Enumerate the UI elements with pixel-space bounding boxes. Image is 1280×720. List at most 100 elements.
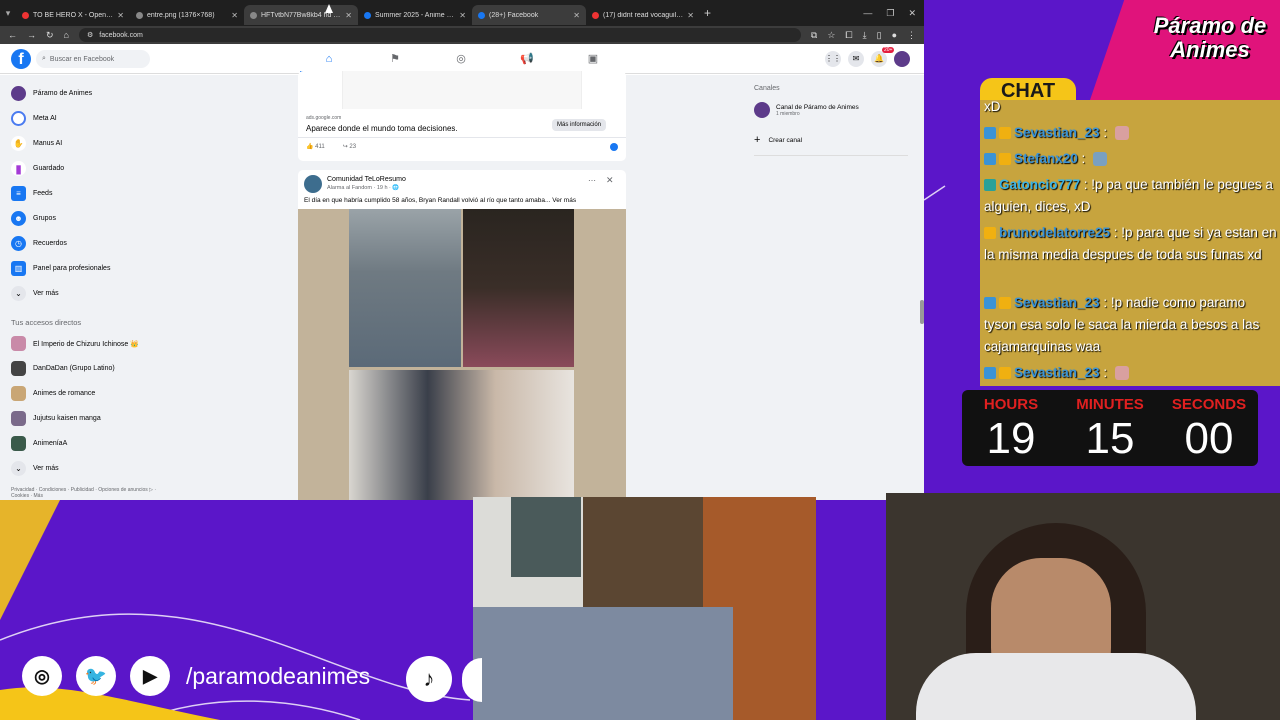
post-author[interactable]: Comunidad TeLoResumo: [327, 176, 406, 183]
sidebar-item-memories[interactable]: ◷ Recuerdos: [11, 236, 67, 251]
pages-nav-icon[interactable]: ⚑: [386, 50, 404, 68]
close-window-icon[interactable]: ✕: [908, 8, 916, 19]
sidebar-item-dashboard[interactable]: ▥ Panel para profesionales: [11, 261, 110, 276]
photo-man-portrait[interactable]: [349, 209, 461, 367]
tab[interactable]: (17) didnt read vocaguil and m ✕: [586, 5, 700, 25]
sidebar-item-manus-ai[interactable]: ✋ Manus AI: [11, 136, 62, 151]
tab-title: (28+) Facebook: [489, 11, 539, 19]
shortcut-item[interactable]: AnimeníaA: [11, 436, 67, 451]
sidebar-item-label: Panel para profesionales: [33, 265, 111, 272]
apps-menu-icon[interactable]: ⋮⋮: [825, 51, 841, 67]
marketplace-nav-icon[interactable]: ◎: [452, 50, 470, 68]
close-tab-icon[interactable]: ✕: [687, 11, 694, 20]
url-field[interactable]: ⚙ facebook.com: [78, 28, 801, 42]
download-icon[interactable]: ⤓: [863, 30, 867, 41]
like-reaction[interactable]: 👍 411: [306, 143, 325, 150]
close-tab-icon[interactable]: ✕: [573, 11, 580, 20]
tab-title: Summer 2025 - Anime - MyAni: [375, 11, 455, 19]
chat-username: Gatoncio777: [999, 177, 1081, 192]
bookmark-star-icon[interactable]: ☆: [827, 30, 835, 41]
share-reaction[interactable]: ↪ 23: [343, 143, 356, 150]
share-count: 23: [349, 144, 357, 150]
search-input[interactable]: ⌕ Buscar en Facebook: [36, 50, 150, 68]
hide-post-icon[interactable]: ✕: [606, 175, 614, 186]
post-media[interactable]: [298, 209, 626, 500]
ad-more-info-button[interactable]: Más información: [552, 119, 607, 131]
notifications-icon[interactable]: 🔔: [871, 51, 887, 67]
subscriber-badge-icon: [999, 153, 1011, 166]
tab-list-icon[interactable]: ▾: [0, 8, 16, 19]
bed: [473, 607, 733, 720]
account-avatar[interactable]: [894, 51, 910, 67]
seconds-label: SECONDS: [1171, 396, 1247, 413]
sidebar-item-groups[interactable]: ☻ Grupos: [11, 211, 56, 226]
close-tab-icon[interactable]: ✕: [459, 11, 466, 20]
sidebar-item-meta-ai[interactable]: Meta AI: [11, 111, 57, 126]
new-tab-button[interactable]: +: [704, 6, 711, 20]
scrollbar-thumb[interactable]: [920, 300, 924, 324]
instagram-icon: ◎: [22, 656, 62, 696]
chat-username: Stefanx20: [1014, 151, 1078, 166]
chat-message: Sevastian_23 :: [984, 122, 1129, 144]
minimize-icon[interactable]: —: [863, 8, 872, 19]
watch-nav-icon[interactable]: ▣: [584, 50, 602, 68]
post-text[interactable]: El día en que habría cumplido 58 años, B…: [304, 197, 624, 204]
screen-share-icon[interactable]: ⧉: [811, 30, 817, 41]
sidebar-see-more[interactable]: ⌄ Ver más: [11, 286, 59, 301]
photo-couple[interactable]: [349, 370, 574, 500]
more-options-icon[interactable]: ⋯: [588, 176, 596, 185]
chat-username: Sevastian_23: [1014, 295, 1100, 310]
shortcut-item[interactable]: DanDaDan (Grupo Latino): [11, 361, 115, 376]
side-panel-icon[interactable]: ▯: [877, 30, 882, 41]
post-meta: Alarma al Fandom · 19 h · 🌐: [327, 185, 400, 191]
shortcut-item[interactable]: Animes de romance: [11, 386, 95, 401]
youtube-favicon-icon: [592, 11, 599, 19]
forward-icon[interactable]: →: [27, 30, 36, 40]
legal-links[interactable]: Privacidad · Condiciones · Publicidad · …: [11, 487, 161, 499]
create-channel-button[interactable]: + Crear canal: [754, 134, 802, 146]
youtube-icon: ▶: [130, 656, 170, 696]
sidebar-item-label: Grupos: [33, 215, 56, 222]
tab-title: entre.png (1376×768): [147, 11, 215, 19]
messenger-icon[interactable]: ✉: [848, 51, 864, 67]
close-tab-icon[interactable]: ✕: [231, 11, 238, 20]
shortcut-item[interactable]: El Imperio de Chizuru Ichinose 👑: [11, 336, 139, 351]
back-icon[interactable]: ←: [8, 30, 17, 40]
site-info-icon[interactable]: ⚙: [87, 31, 93, 39]
home-nav-icon[interactable]: ⌂: [320, 50, 338, 68]
tab-bar: ▾ TO BE HERO X - Opening (INST✕ entre.pn…: [0, 0, 924, 26]
sidebar-item-profile-page[interactable]: Páramo de Animes: [11, 86, 92, 101]
sidebar-item-label: Guardado: [33, 165, 65, 172]
maximize-icon[interactable]: ❐: [886, 8, 894, 19]
shortcuts-see-more[interactable]: ⌄ Ver más: [11, 461, 59, 476]
sidebar-item-feeds[interactable]: ≡ Feeds: [11, 186, 52, 201]
tab[interactable]: Summer 2025 - Anime - MyAni ✕: [358, 5, 472, 25]
photo-woman-portrait[interactable]: [463, 209, 574, 367]
manus-icon: ✋: [11, 136, 26, 151]
channel-item[interactable]: Canal de Páramo de Animes 1 miembro: [754, 102, 859, 118]
ad-title[interactable]: Aparece donde el mundo toma decisiones.: [306, 124, 458, 133]
sidebar-item-saved[interactable]: ▮ Guardado: [11, 161, 64, 176]
menu-icon[interactable]: ⋮: [907, 30, 916, 41]
tab[interactable]: TO BE HERO X - Opening (INST✕: [16, 5, 130, 25]
facebook-favicon-icon: [478, 11, 485, 19]
extensions-icon[interactable]: ⧠: [845, 30, 852, 41]
ad-source[interactable]: ads.google.com: [306, 115, 341, 121]
info-icon[interactable]: [610, 143, 618, 151]
shortcut-item[interactable]: Jujutsu kaisen manga: [11, 411, 101, 426]
facebook-logo-icon[interactable]: f: [11, 49, 31, 69]
profile-icon[interactable]: ●: [892, 30, 897, 41]
tab-facebook[interactable]: (28+) Facebook ✕: [472, 5, 586, 25]
tab-active[interactable]: HFTvtbN77Bw8kb4 hd 1080p✕: [244, 5, 358, 25]
home-icon[interactable]: ⌂: [64, 30, 69, 40]
page-avatar[interactable]: [304, 175, 322, 193]
minutes-value: 15: [1085, 414, 1135, 463]
ads-nav-icon[interactable]: 📢: [518, 50, 536, 68]
reload-icon[interactable]: ↻: [46, 30, 54, 41]
meta-ai-icon: [11, 111, 26, 126]
tab[interactable]: entre.png (1376×768) ✕: [130, 5, 244, 25]
close-tab-icon[interactable]: ✕: [345, 11, 352, 20]
group-thumbnail: [11, 361, 26, 376]
ad-image[interactable]: [342, 71, 582, 109]
close-tab-icon[interactable]: ✕: [117, 11, 124, 20]
